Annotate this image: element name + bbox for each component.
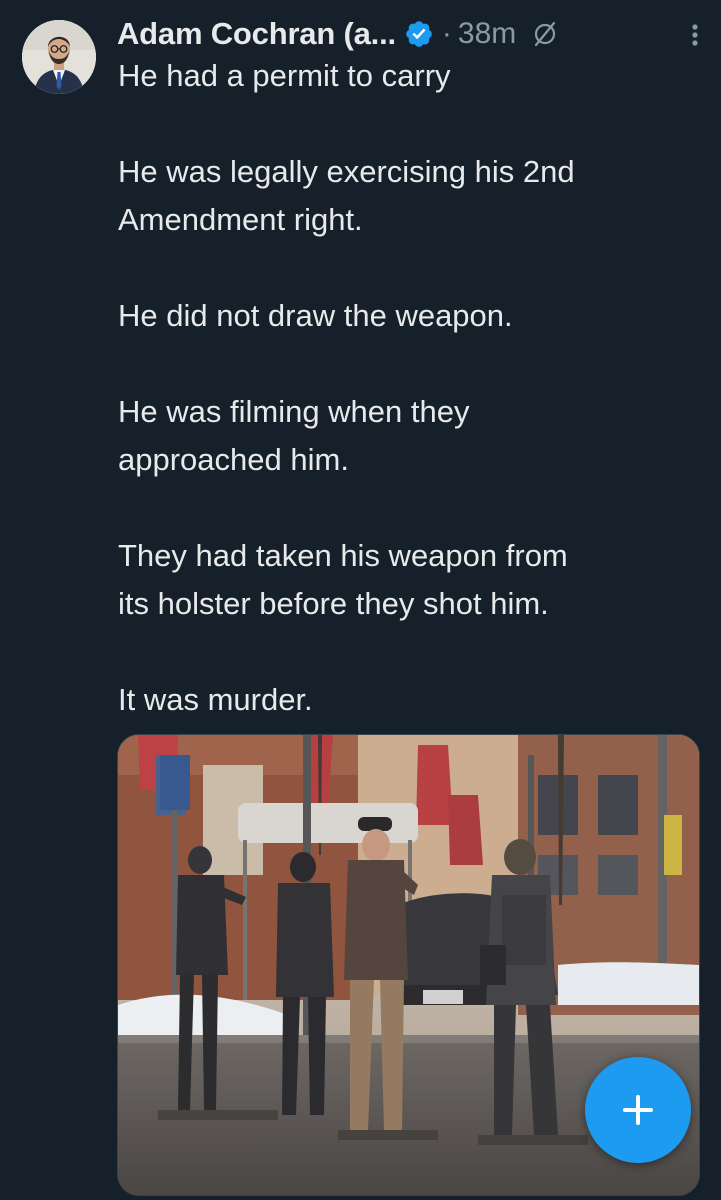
paragraph-filming: He was filming when they approached him.	[118, 388, 698, 484]
author-name[interactable]: Adam Cochran (a...	[117, 16, 396, 52]
paragraph-second-amendment: He was legally exercising his 2nd Amendm…	[118, 148, 698, 244]
avatar[interactable]	[22, 20, 96, 94]
verified-badge-icon[interactable]	[404, 19, 434, 49]
paragraph-taken-weapon: They had taken his weapon from its holst…	[118, 532, 698, 628]
tweet-text: He had a permit to carry He was legally …	[118, 52, 698, 724]
paragraph-did-not-draw: He did not draw the weapon.	[118, 292, 698, 340]
tweet-header: Adam Cochran (a... · 38m	[117, 12, 707, 56]
text-line: He was legally exercising his 2nd	[118, 154, 575, 189]
text-line: its holster before they shot him.	[118, 586, 549, 621]
edited-icon	[530, 19, 560, 49]
more-options-icon[interactable]	[683, 18, 707, 52]
text-line: They had taken his weapon from	[118, 538, 568, 573]
text-line: He had a permit to carry	[118, 58, 451, 93]
text-line: It was murder.	[118, 682, 313, 717]
avatar-image	[22, 20, 96, 94]
paragraph-murder: It was murder.	[118, 676, 698, 724]
text-line: Amendment right.	[118, 202, 363, 237]
plus-icon	[623, 1095, 653, 1125]
text-line: approached him.	[118, 442, 349, 477]
tweet[interactable]: Adam Cochran (a... · 38m He had a permit…	[0, 0, 721, 1200]
compose-button[interactable]	[585, 1057, 691, 1163]
text-line: He was filming when they	[118, 394, 470, 429]
timestamp[interactable]: 38m	[458, 17, 516, 51]
paragraph-permit: He had a permit to carry	[118, 52, 698, 100]
text-line: He did not draw the weapon.	[118, 298, 513, 333]
separator-dot: ·	[441, 17, 452, 50]
